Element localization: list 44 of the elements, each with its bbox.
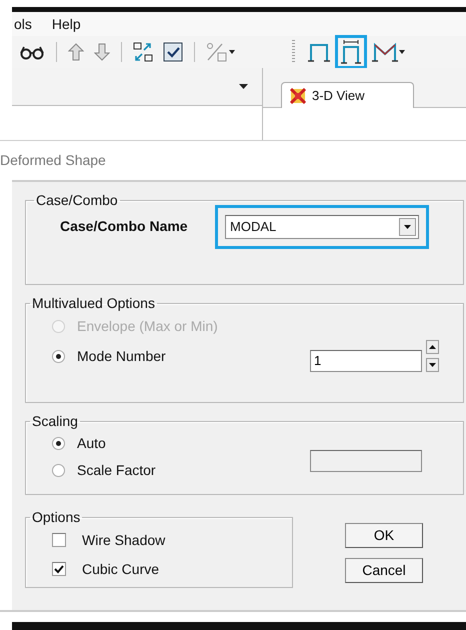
radio-label: Envelope (Max or Min) <box>77 317 218 336</box>
fraction-icon <box>206 42 228 62</box>
up-arrow-icon <box>68 43 84 61</box>
caret-icon <box>429 344 436 349</box>
group-label: Scaling <box>31 413 79 430</box>
toolbar-grip[interactable] <box>292 40 295 64</box>
radio-button[interactable] <box>52 464 65 477</box>
view-icon <box>290 88 306 104</box>
case-combo-dropdown[interactable]: MODAL <box>225 214 419 239</box>
radio-label[interactable]: Scale Factor <box>77 460 156 481</box>
caret-icon <box>429 362 436 367</box>
glasses-icon <box>19 44 45 60</box>
field-label: Case/Combo Name <box>60 217 189 236</box>
radio-button[interactable] <box>52 436 65 450</box>
dialog-title: Deformed Shape <box>0 151 106 170</box>
radio-button[interactable] <box>52 350 65 364</box>
mode-number-field[interactable]: 1 <box>310 350 422 372</box>
grid-arrows-icon <box>133 42 153 62</box>
caret-icon <box>404 224 411 229</box>
checkbox[interactable] <box>52 562 66 576</box>
dialog-button[interactable]: OK <box>345 523 423 548</box>
portal-frame-icon <box>340 40 362 64</box>
menu-item[interactable]: ols <box>14 14 32 34</box>
radio-label[interactable]: Mode Number <box>77 346 166 368</box>
check-icon <box>54 564 64 574</box>
checkbox-label[interactable]: Cubic Curve <box>82 558 160 580</box>
caret-icon <box>399 50 405 54</box>
checkbox-label[interactable]: Wire Shadow <box>82 530 166 551</box>
checkbox-icon <box>163 42 183 62</box>
menu-item[interactable]: Help <box>52 14 81 34</box>
radio-label[interactable]: Auto <box>77 432 106 454</box>
spin-up-button[interactable] <box>426 340 439 354</box>
group-label: Case/Combo <box>35 192 119 209</box>
checkbox[interactable] <box>52 533 66 548</box>
group-label: Options <box>31 509 82 526</box>
portal-frame-icon <box>308 42 330 62</box>
truss-icon <box>372 42 398 62</box>
down-arrow-icon <box>94 43 110 61</box>
dialog-button[interactable]: Cancel <box>345 558 423 583</box>
view-tab[interactable]: 3-D View <box>281 82 414 108</box>
spin-down-button[interactable] <box>426 358 439 372</box>
caret-icon[interactable] <box>239 84 248 89</box>
caret-icon <box>229 50 235 54</box>
group-label: Multivalued Options <box>31 295 156 312</box>
